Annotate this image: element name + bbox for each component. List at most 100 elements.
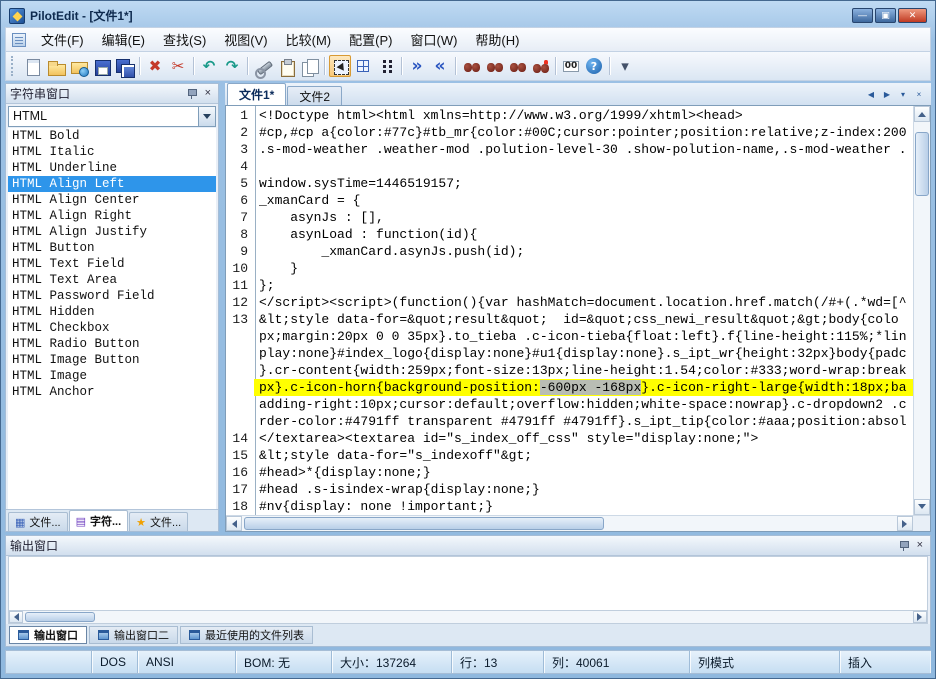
close-button[interactable]: ✕ [898,8,927,23]
save-icon[interactable] [90,55,112,77]
line-text[interactable]: px}.c-icon-horn{background-position:-600… [254,379,913,396]
editor-lines[interactable]: 1<!Doctype html><html xmlns=http://www.w… [226,106,913,515]
string-list-item[interactable]: HTML Align Left [8,176,216,192]
line-text[interactable]: }.cr-content{width:259px;font-size:13px;… [254,362,913,379]
horizontal-scrollbar[interactable] [226,516,913,531]
string-list-item[interactable]: HTML Radio Button [8,336,216,352]
menu-compare[interactable]: 比较(M) [277,28,341,51]
line-text[interactable]: #cp,#cp a{color:#77c}#tb_mr{color:#00C;c… [254,124,913,141]
line-text[interactable]: &lt;style data-for=&quot;result&quot; id… [254,311,913,328]
string-list[interactable]: HTML BoldHTML ItalicHTML UnderlineHTML A… [8,128,216,509]
vertical-scroll-thumb[interactable] [915,132,929,196]
line-text[interactable]: rder-color:#4791ff transparent #4791ff #… [254,413,913,430]
copy-icon[interactable] [298,55,320,77]
undo-icon[interactable]: ↶ [198,55,220,77]
line-text[interactable]: window.sysTime=1446519157; [254,175,913,192]
dropdown-arrow-icon[interactable] [198,107,215,126]
column-select-icon[interactable] [329,55,351,77]
output-tab-output1[interactable]: 输出窗口 [9,626,87,644]
string-list-item[interactable]: HTML Align Right [8,208,216,224]
line-text[interactable]: </script><script>(function(){var hashMat… [254,294,913,311]
scroll-right-button[interactable] [897,516,913,531]
panel-close-icon[interactable]: × [914,539,926,552]
line-text[interactable]: asynLoad : function(id){ [254,226,913,243]
minimize-button[interactable]: — [852,8,873,23]
line-text[interactable]: <!Doctype html><html xmlns=http://www.w3… [254,107,913,124]
paste-icon[interactable] [275,55,297,77]
menu-help[interactable]: 帮助(H) [466,28,528,51]
tab-scroll-left-icon[interactable]: ◀ [864,88,878,102]
restore-button[interactable]: ▣ [875,8,896,23]
open-ftp-icon[interactable] [67,55,89,77]
string-list-item[interactable]: HTML Text Area [8,272,216,288]
pin-icon[interactable] [186,87,198,100]
find-in-files-icon[interactable] [483,55,505,77]
goto-offset-icon[interactable]: 00 [560,55,582,77]
editor-tab-1[interactable]: 文件1* [227,83,286,105]
sidebar-tab-strings[interactable]: ▤字符... [69,510,129,531]
document-system-menu-icon[interactable] [12,33,26,47]
vertical-scrollbar[interactable] [913,106,930,515]
horizontal-scroll-track[interactable] [242,516,897,531]
menu-search[interactable]: 查找(S) [154,28,215,51]
next-diff-icon[interactable]: » [406,55,428,77]
menu-config[interactable]: 配置(P) [340,28,401,51]
line-text[interactable]: play:none}#index_logo{display:none}#u1{d… [254,345,913,362]
scroll-left-button[interactable] [226,516,242,531]
output-horizontal-scrollbar[interactable] [8,610,928,624]
tab-scroll-right-icon[interactable]: ▶ [880,88,894,102]
scroll-left-button[interactable] [9,611,23,623]
pin-icon[interactable] [898,539,910,552]
line-text[interactable]: </textarea><textarea id="s_index_off_css… [254,430,913,447]
tab-close-icon[interactable]: × [912,88,926,102]
replace-icon[interactable] [506,55,528,77]
line-text[interactable]: _xmanCard = { [254,192,913,209]
vertical-splitter[interactable] [219,83,222,532]
line-text[interactable]: #head>*{display:none;} [254,464,913,481]
help-icon[interactable]: ? [583,55,605,77]
string-list-item[interactable]: HTML Button [8,240,216,256]
menu-edit[interactable]: 编辑(E) [93,28,154,51]
sidebar-tab-favorites[interactable]: ★文件... [129,512,188,531]
replace-in-files-icon[interactable] [529,55,551,77]
new-file-icon[interactable] [21,55,43,77]
prev-diff-icon[interactable]: « [429,55,451,77]
line-text[interactable]: _xmanCard.asynJs.push(id); [254,243,913,260]
line-text[interactable]: #nv{display: none !important;} [254,498,913,515]
string-list-item[interactable]: HTML Bold [8,128,216,144]
scroll-down-button[interactable] [914,499,930,515]
output-scroll-track[interactable] [23,611,913,623]
line-text[interactable]: .s-mod-weather .weather-mod .polution-le… [254,141,913,158]
tab-list-icon[interactable]: ▾ [896,88,910,102]
line-text[interactable]: } [254,260,913,277]
cut-icon[interactable]: ✂ [167,55,189,77]
line-text[interactable]: adding-right:10px;cursor:default;overflo… [254,396,913,413]
line-text[interactable]: &lt;style data-for="s_indexoff"&gt; [254,447,913,464]
line-text[interactable]: #head .s-isindex-wrap{display:none;} [254,481,913,498]
panel-close-icon[interactable]: × [202,87,214,100]
line-text[interactable]: px;margin:20px 0 0 35px}.to_tieba .c-ico… [254,328,913,345]
sidebar-tab-files[interactable]: ▦文件... [8,512,68,531]
close-file-icon[interactable]: ✖ [144,55,166,77]
open-file-icon[interactable] [44,55,66,77]
toolbar-grip[interactable] [11,56,16,76]
redo-icon[interactable]: ↷ [221,55,243,77]
string-list-item[interactable]: HTML Checkbox [8,320,216,336]
scroll-up-button[interactable] [914,106,930,122]
output-scroll-thumb[interactable] [25,612,95,622]
string-list-item[interactable]: HTML Hidden [8,304,216,320]
output-tab-output2[interactable]: 输出窗口二 [89,626,178,644]
find-icon[interactable] [460,55,482,77]
line-text[interactable]: asynJs : [], [254,209,913,226]
string-list-item[interactable]: HTML Image [8,368,216,384]
string-list-item[interactable]: HTML Align Center [8,192,216,208]
string-list-item[interactable]: HTML Image Button [8,352,216,368]
string-list-item[interactable]: HTML Anchor [8,384,216,400]
vertical-scroll-track[interactable] [914,122,930,499]
string-list-item[interactable]: HTML Underline [8,160,216,176]
string-list-item[interactable]: HTML Text Field [8,256,216,272]
output-content[interactable] [8,556,928,610]
output-tab-recent-files[interactable]: 最近使用的文件列表 [180,626,313,644]
scroll-right-button[interactable] [913,611,927,623]
menu-window[interactable]: 窗口(W) [401,28,466,51]
